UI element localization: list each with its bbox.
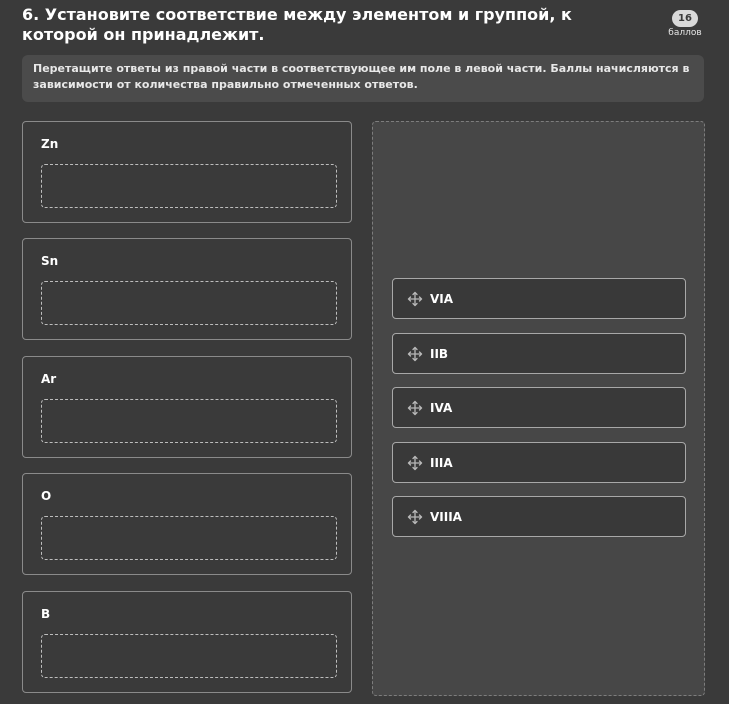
move-icon [407, 455, 423, 471]
option-label: VIA [430, 292, 454, 306]
points-indicator: 16 баллов [663, 6, 707, 39]
element-card-sn: Sn [22, 238, 352, 340]
option-iib[interactable]: IIB [392, 333, 686, 374]
drop-zone-o[interactable] [41, 516, 337, 560]
points-label: баллов [668, 28, 702, 38]
option-label: IIIA [430, 456, 453, 470]
element-card-b: B [22, 591, 352, 693]
drop-zone-b[interactable] [41, 634, 337, 678]
option-iva[interactable]: IVA [392, 387, 686, 428]
move-icon [407, 400, 423, 416]
element-label: Sn [41, 254, 59, 268]
question-page: 6. Установите соответствие между элемент… [0, 0, 729, 704]
element-card-o: O [22, 473, 352, 575]
question-title: 6. Установите соответствие между элемент… [22, 5, 572, 44]
points-badge: 16 [672, 10, 698, 27]
element-label: Ar [41, 372, 57, 386]
option-iiia[interactable]: IIIA [392, 442, 686, 483]
move-icon [407, 509, 423, 525]
element-label: Zn [41, 137, 59, 151]
move-icon [407, 346, 423, 362]
element-card-zn: Zn [22, 121, 352, 223]
option-viiia[interactable]: VIIIA [392, 496, 686, 537]
drop-zone-sn[interactable] [41, 281, 337, 325]
element-label: B [41, 607, 51, 621]
option-label: VIIIA [430, 510, 462, 524]
instructions-box: Перетащите ответы из правой части в соот… [22, 55, 704, 102]
element-card-ar: Ar [22, 356, 352, 458]
option-label: IIB [430, 347, 449, 361]
drop-zone-zn[interactable] [41, 164, 337, 208]
drop-zone-ar[interactable] [41, 399, 337, 443]
element-label: O [41, 489, 52, 503]
option-label: IVA [430, 401, 453, 415]
option-via[interactable]: VIA [392, 278, 686, 319]
move-icon [407, 291, 423, 307]
answer-pool[interactable]: VIA IIB IVA IIIA VIIIA [372, 121, 705, 696]
